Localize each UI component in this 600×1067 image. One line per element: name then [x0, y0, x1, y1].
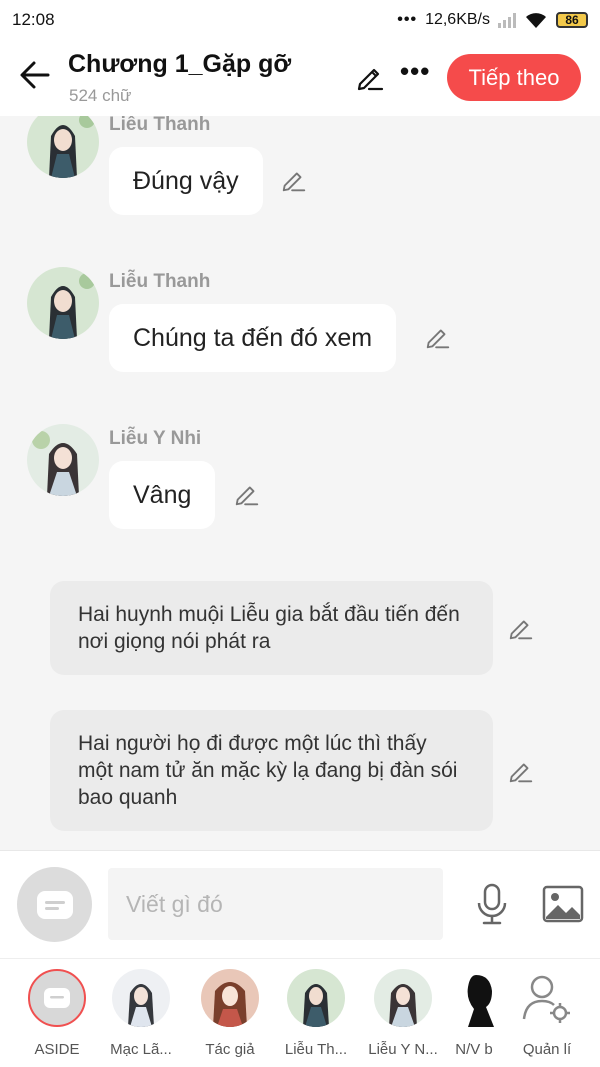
- edit-pencil-icon[interactable]: [233, 480, 261, 508]
- character-nv-b[interactable]: N/V b: [446, 969, 502, 1058]
- edit-pencil-icon[interactable]: [355, 62, 385, 92]
- sender-name: Liễu Thanh: [109, 116, 211, 135]
- status-bar: 12:08 ••• 12,6KB/s 86: [0, 0, 600, 40]
- avatar: [201, 969, 259, 1027]
- edit-pencil-icon[interactable]: [280, 166, 308, 194]
- microphone-icon[interactable]: [472, 883, 512, 925]
- character-name: Liễu Th...: [284, 1041, 348, 1058]
- message-input[interactable]: [108, 868, 443, 940]
- aside-avatar: [28, 969, 86, 1027]
- character-name: Mạc Lã...: [110, 1041, 172, 1058]
- character-lieu-thanh[interactable]: Liễu Th...: [273, 969, 359, 1058]
- message-bubble[interactable]: Đúng vậy: [109, 147, 263, 215]
- character-mac-la[interactable]: Mạc Lã...: [98, 969, 184, 1058]
- avatar: [374, 969, 432, 1027]
- next-chapter-button[interactable]: Tiếp theo: [447, 54, 581, 101]
- edit-pencil-icon[interactable]: [507, 757, 535, 785]
- sender-name: Liễu Y Nhi: [109, 428, 202, 449]
- message-bubble[interactable]: Chúng ta đến đó xem: [109, 304, 397, 372]
- more-notifications-icon: •••: [397, 11, 418, 28]
- message-bubble[interactable]: Vâng: [109, 461, 216, 529]
- character-name: Quản lí: [522, 1041, 572, 1058]
- sender-name: Liễu Thanh: [109, 271, 211, 292]
- chapter-title: Chương 1_Gặp gỡ: [68, 50, 292, 78]
- network-speed: 12,6KB/s: [425, 11, 490, 28]
- character-name: ASIDE: [34, 1041, 80, 1058]
- image-icon[interactable]: [542, 885, 584, 923]
- avatar: [287, 969, 345, 1027]
- narration-bubble[interactable]: Hai người họ đi được một lúc thì thấy mộ…: [50, 710, 493, 831]
- character-lieu-y-nhi[interactable]: Liễu Y N...: [360, 969, 446, 1058]
- wifi-icon: [526, 13, 546, 28]
- chat-bubble-icon: [44, 988, 70, 1008]
- chat-area[interactable]: Liễu Thanh Đúng vậy Liễu Thanh Chúng ta …: [0, 116, 600, 850]
- character-name: Tác giả: [205, 1041, 255, 1058]
- edit-pencil-icon[interactable]: [424, 323, 452, 351]
- avatar-lieu-thanh[interactable]: [27, 267, 99, 339]
- edit-pencil-icon[interactable]: [507, 614, 535, 642]
- avatar-lieu-thanh[interactable]: [27, 116, 99, 178]
- avatar-silhouette: [446, 969, 502, 1027]
- character-bar: ASIDE Mạc Lã... Tác giả Liễu Th... Liễu …: [0, 958, 600, 1067]
- battery-icon: 86: [556, 12, 588, 28]
- status-time: 12:08: [12, 10, 55, 29]
- narration-bubble[interactable]: Hai huynh muội Liễu gia bắt đầu tiến đến…: [50, 581, 493, 675]
- chat-bubble-icon: [36, 890, 73, 919]
- more-options-icon[interactable]: •••: [400, 56, 430, 87]
- message-composer: [0, 850, 600, 958]
- word-count: 524 chữ: [69, 86, 132, 105]
- avatar: [112, 969, 170, 1027]
- character-aside[interactable]: ASIDE: [14, 969, 100, 1058]
- avatar-lieu-y-nhi[interactable]: [27, 424, 99, 496]
- character-name: N/V b: [455, 1041, 493, 1058]
- manage-characters-button[interactable]: Quản lí: [504, 969, 590, 1058]
- character-tac-gia[interactable]: Tác giả: [187, 969, 273, 1058]
- signal-icon: [498, 12, 516, 28]
- aside-toggle-button[interactable]: [17, 867, 92, 942]
- user-settings-icon: [518, 969, 576, 1027]
- chapter-header: Chương 1_Gặp gỡ 524 chữ ••• Tiếp theo: [0, 40, 600, 116]
- character-name: Liễu Y N...: [368, 1041, 438, 1058]
- back-arrow-icon[interactable]: [18, 58, 52, 92]
